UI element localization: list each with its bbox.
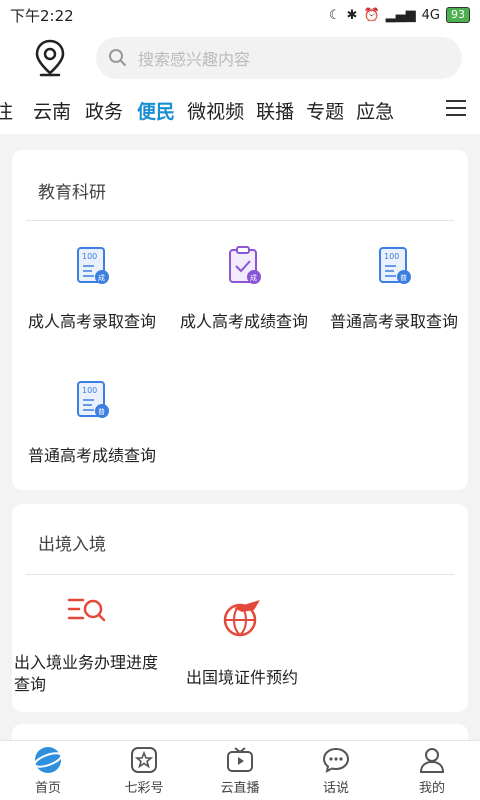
status-icons: ☾ ✱ ⏰ ▂▄▆ 4G 93 xyxy=(329,7,470,23)
nav-huashuo[interactable]: 话说 xyxy=(288,741,384,800)
menu-icon[interactable] xyxy=(446,100,466,118)
svg-text:成: 成 xyxy=(98,273,105,282)
score-doc-icon: 100 普 xyxy=(77,381,109,418)
moon-icon: ☾ xyxy=(328,7,341,23)
bluetooth-icon: ✱ xyxy=(346,7,358,23)
nav-profile[interactable]: 我的 xyxy=(384,741,480,800)
home-globe-icon xyxy=(33,747,63,773)
immigration-progress-query[interactable]: 出入境业务办理进度查询 xyxy=(12,592,162,696)
nav-live[interactable]: 云直播 xyxy=(192,741,288,800)
network-type: 4G xyxy=(421,7,440,23)
nav-label: 七彩号 xyxy=(124,781,164,796)
nav-label: 云直播 xyxy=(220,781,260,796)
item-label: 成人高考录取查询 xyxy=(27,312,156,331)
section-divider xyxy=(26,574,454,575)
star-box-icon xyxy=(131,747,157,773)
item-label: 出国境证件预约 xyxy=(185,668,298,687)
tab-weishipin[interactable]: 微视频 xyxy=(183,97,248,124)
status-time: 下午2:22 xyxy=(10,6,74,25)
nav-label: 首页 xyxy=(34,781,61,796)
search-placeholder: 搜索感兴趣内容 xyxy=(138,50,251,69)
tab-lianbo[interactable]: 联播 xyxy=(252,97,298,124)
svg-text:100: 100 xyxy=(384,252,399,261)
clipboard-check-icon: 成 xyxy=(229,246,261,284)
battery-indicator: 93 xyxy=(446,7,470,23)
tab-zhuanti[interactable]: 专题 xyxy=(302,97,348,124)
passport-appointment[interactable]: 出国境证件预约 xyxy=(172,596,312,688)
adult-admission-query[interactable]: 100 成 成人高考录取查询 xyxy=(16,246,168,332)
search-icon xyxy=(109,49,126,66)
admission-doc-icon: 100 普 xyxy=(379,247,411,284)
general-score-query[interactable]: 100 普 普通高考成绩查询 xyxy=(16,380,168,466)
tab-yunnan[interactable]: 云南 xyxy=(29,97,75,124)
user-icon xyxy=(419,748,445,773)
nav-qicaihao[interactable]: 七彩号 xyxy=(96,741,192,800)
alarm-icon: ⏰ xyxy=(363,7,380,23)
immigration-card: 出境入境 出入境业务办理进度查询 出国境证件预约 xyxy=(12,504,468,712)
tv-play-icon xyxy=(227,747,253,772)
svg-text:普: 普 xyxy=(98,407,105,416)
nav-label: 话说 xyxy=(322,781,349,796)
signal-icon: ▂▄▆ xyxy=(385,7,416,23)
education-card: 教育科研 100 成 成人高考录取查询 成 成人高考成绩查询 100 普 普通高… xyxy=(12,150,468,490)
channel-tabs: 注 云南 政务 便民 微视频 联播 专题 应急 xyxy=(0,86,480,134)
search-input[interactable]: 搜索感兴趣内容 xyxy=(96,37,462,79)
tab-zhu[interactable]: 注 xyxy=(0,97,17,124)
section-divider xyxy=(26,220,454,221)
svg-text:成: 成 xyxy=(250,273,257,282)
item-label: 普通高考成绩查询 xyxy=(27,446,156,465)
svg-text:100: 100 xyxy=(82,386,97,395)
tab-yingji[interactable]: 应急 xyxy=(352,97,398,124)
svg-text:普: 普 xyxy=(400,273,407,282)
item-label: 成人高考成绩查询 xyxy=(179,312,308,331)
search-header: 搜索感兴趣内容 xyxy=(0,30,480,86)
svg-text:100: 100 xyxy=(82,252,97,261)
location-pin-icon xyxy=(35,39,65,77)
tab-zhengwu[interactable]: 政务 xyxy=(81,97,127,124)
globe-plane-icon xyxy=(223,600,260,637)
immigration-title: 出境入境 xyxy=(38,535,106,555)
item-label: 出入境业务办理进度查询 xyxy=(14,653,159,694)
education-title: 教育科研 xyxy=(38,183,106,203)
tab-bianmin[interactable]: 便民 xyxy=(133,97,179,124)
adult-score-query[interactable]: 成 成人高考成绩查询 xyxy=(168,246,320,332)
nav-home[interactable]: 首页 xyxy=(0,741,96,800)
admission-doc-icon: 100 成 xyxy=(77,247,109,284)
nav-label: 我的 xyxy=(418,781,445,796)
item-label: 普通高考录取查询 xyxy=(329,312,458,331)
status-bar: 下午2:22 ☾ ✱ ⏰ ▂▄▆ 4G 93 xyxy=(0,0,480,30)
location-button[interactable] xyxy=(20,30,80,86)
list-search-icon xyxy=(67,598,106,622)
bottom-navigation: 首页 七彩号 云直播 话说 我的 xyxy=(0,740,480,800)
chat-bubble-icon xyxy=(322,747,350,773)
general-admission-query[interactable]: 100 普 普通高考录取查询 xyxy=(320,246,468,332)
